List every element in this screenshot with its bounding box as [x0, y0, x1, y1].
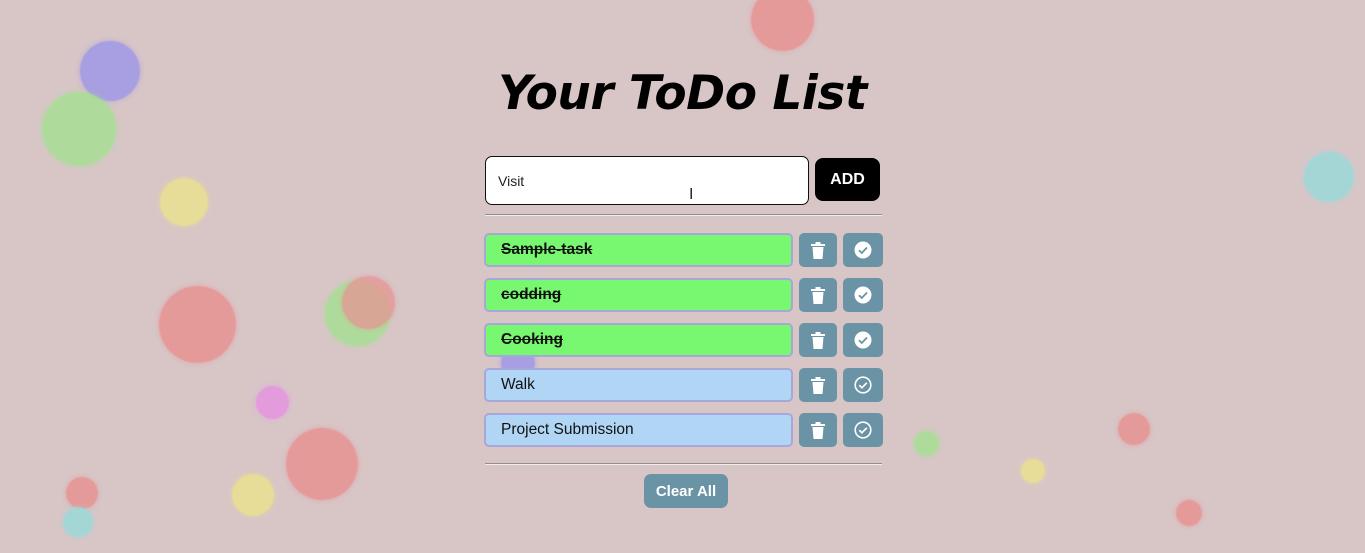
decorative-bubble [159, 286, 236, 363]
decorative-bubble [914, 431, 939, 456]
delete-button[interactable] [799, 323, 837, 357]
decorative-bubble [342, 276, 395, 329]
decorative-bubble [160, 178, 208, 226]
task-text[interactable]: Sample-task [484, 233, 793, 267]
decorative-bubble [63, 507, 93, 537]
top-divider [485, 214, 882, 216]
check-circle-filled-icon [854, 241, 872, 259]
decorative-bubble [1021, 459, 1045, 483]
task-input[interactable] [485, 156, 809, 205]
complete-button[interactable] [843, 368, 883, 402]
delete-button[interactable] [799, 413, 837, 447]
trash-icon [811, 421, 825, 439]
bottom-divider [485, 463, 882, 465]
decorative-bubble [751, 0, 814, 51]
check-circle-filled-icon [854, 286, 872, 304]
delete-button[interactable] [799, 278, 837, 312]
complete-button[interactable] [843, 413, 883, 447]
trash-icon [811, 241, 825, 259]
decorative-bubble [256, 386, 289, 419]
task-row: Sample-task [484, 233, 884, 267]
task-row: codding [484, 278, 884, 312]
trash-icon [811, 331, 825, 349]
text-cursor-icon: Ⅰ [689, 185, 694, 203]
delete-button[interactable] [799, 368, 837, 402]
delete-button[interactable] [799, 233, 837, 267]
complete-button[interactable] [843, 233, 883, 267]
page-title: Your ToDo List [498, 66, 867, 121]
decorative-bubble [66, 477, 98, 509]
decorative-bubble [1304, 152, 1354, 202]
check-circle-filled-icon [854, 331, 872, 349]
decorative-bubble [1176, 500, 1202, 526]
task-text[interactable]: Project Submission [484, 413, 793, 447]
task-row: Walk [484, 368, 884, 402]
complete-button[interactable] [843, 278, 883, 312]
decorative-bubble [232, 474, 274, 516]
trash-icon [811, 376, 825, 394]
complete-button[interactable] [843, 323, 883, 357]
decorative-bubble [1118, 413, 1150, 445]
decorative-bubble [286, 428, 358, 500]
task-row: Cooking [484, 323, 884, 357]
trash-icon [811, 286, 825, 304]
clear-all-button[interactable]: Clear All [644, 474, 728, 508]
task-text[interactable]: Cooking [484, 323, 793, 357]
check-circle-outline-icon [854, 421, 872, 439]
task-text[interactable]: codding [484, 278, 793, 312]
task-text[interactable]: Walk [484, 368, 793, 402]
add-button[interactable]: ADD [815, 158, 880, 201]
check-circle-outline-icon [854, 376, 872, 394]
task-row: Project Submission [484, 413, 884, 447]
